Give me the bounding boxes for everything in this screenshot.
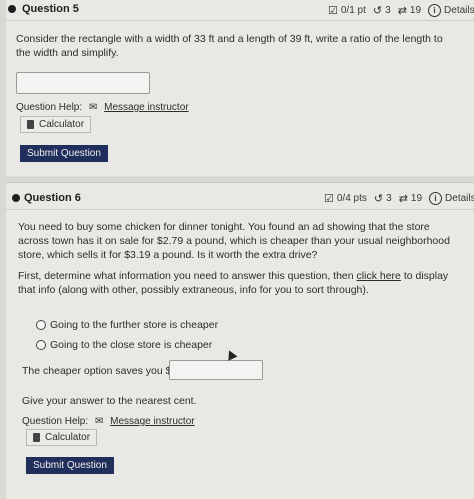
points: 0/1 pt <box>340 5 366 16</box>
retry-icon: ↺ <box>373 193 384 205</box>
calculator-icon <box>27 120 34 129</box>
details-link[interactable]: Details <box>445 193 474 204</box>
envelope-icon: ✉ <box>94 416 104 427</box>
question-6-header: Question 6 ☑ 0/4 pts ↺ 3 ⇄ 19 i Details <box>6 183 474 210</box>
question-5-title: Question 5 <box>22 3 79 15</box>
question-help-label: Question Help: <box>22 416 89 427</box>
option-label: Going to the further store is cheaper <box>50 319 219 331</box>
radio-icon[interactable] <box>36 340 46 350</box>
question-bullet-icon <box>12 194 20 202</box>
refresh-icon: ⇄ <box>397 5 407 17</box>
question-bullet-icon <box>8 5 16 13</box>
calculator-icon <box>33 433 40 442</box>
option-further-store[interactable]: Going to the further store is cheaper <box>36 319 218 331</box>
message-instructor-link[interactable]: Message instructor <box>110 416 194 427</box>
envelope-icon: ✉ <box>88 102 98 113</box>
retry-icon: ↺ <box>372 5 383 17</box>
question-6-instruction: First, determine what information you ne… <box>18 269 458 297</box>
instruction-text-start: First, determine what information you ne… <box>18 270 354 282</box>
question-6-card: Question 6 ☑ 0/4 pts ↺ 3 ⇄ 19 i Details … <box>6 182 474 499</box>
submit-question-button[interactable]: Submit Question <box>26 457 114 474</box>
points: 0/4 pts <box>336 193 367 204</box>
calculator-button[interactable]: Calculator <box>20 116 92 133</box>
info-icon[interactable]: i <box>428 4 442 17</box>
click-here-link[interactable]: click here <box>357 270 401 282</box>
calculator-label: Calculator <box>45 432 91 443</box>
savings-input[interactable] <box>169 360 263 380</box>
message-instructor-link[interactable]: Message instructor <box>104 102 188 113</box>
info-icon[interactable]: i <box>429 192 443 205</box>
question-5-meta: ☑ 0/1 pt ↺ 3 ⇄ 19 i Details <box>328 4 474 17</box>
question-help: Question Help: ✉ Message instructor <box>22 416 195 427</box>
option-close-store[interactable]: Going to the close store is cheaper <box>36 339 212 351</box>
calculator-button[interactable]: Calculator <box>26 429 98 446</box>
details-link[interactable]: Details <box>444 5 474 16</box>
retries-count: 3 <box>386 193 392 204</box>
option-label: Going to the close store is cheaper <box>50 339 213 351</box>
question-6-prompt: You need to buy some chicken for dinner … <box>18 221 450 261</box>
retries-count: 3 <box>385 5 391 16</box>
question-5-header: Question 5 ☑ 0/1 pt ↺ 3 ⇄ 19 i Details <box>6 0 474 21</box>
submissions-count: 19 <box>409 5 422 16</box>
submit-question-button[interactable]: Submit Question <box>20 145 108 162</box>
question-6-meta: ☑ 0/4 pts ↺ 3 ⇄ 19 i Details <box>324 192 474 205</box>
checkbox-icon: ☑ <box>328 5 338 17</box>
checkbox-icon: ☑ <box>324 193 334 205</box>
submissions-count: 19 <box>410 193 423 204</box>
savings-label: The cheaper option saves you $ <box>22 365 172 377</box>
question-help: Question Help: ✉ Message instructor <box>16 102 189 113</box>
question-5-prompt: Consider the rectangle with a width of 3… <box>16 33 443 59</box>
radio-icon[interactable] <box>36 320 46 330</box>
question-6-title: Question 6 <box>24 192 81 204</box>
calculator-label: Calculator <box>39 119 85 130</box>
nearest-cent-note: Give your answer to the nearest cent. <box>22 395 197 407</box>
question-5-card: Question 5 ☑ 0/1 pt ↺ 3 ⇄ 19 i Details C… <box>6 0 474 176</box>
question-help-label: Question Help: <box>16 102 83 113</box>
answer-input[interactable] <box>16 72 150 94</box>
refresh-icon: ⇄ <box>398 193 408 205</box>
